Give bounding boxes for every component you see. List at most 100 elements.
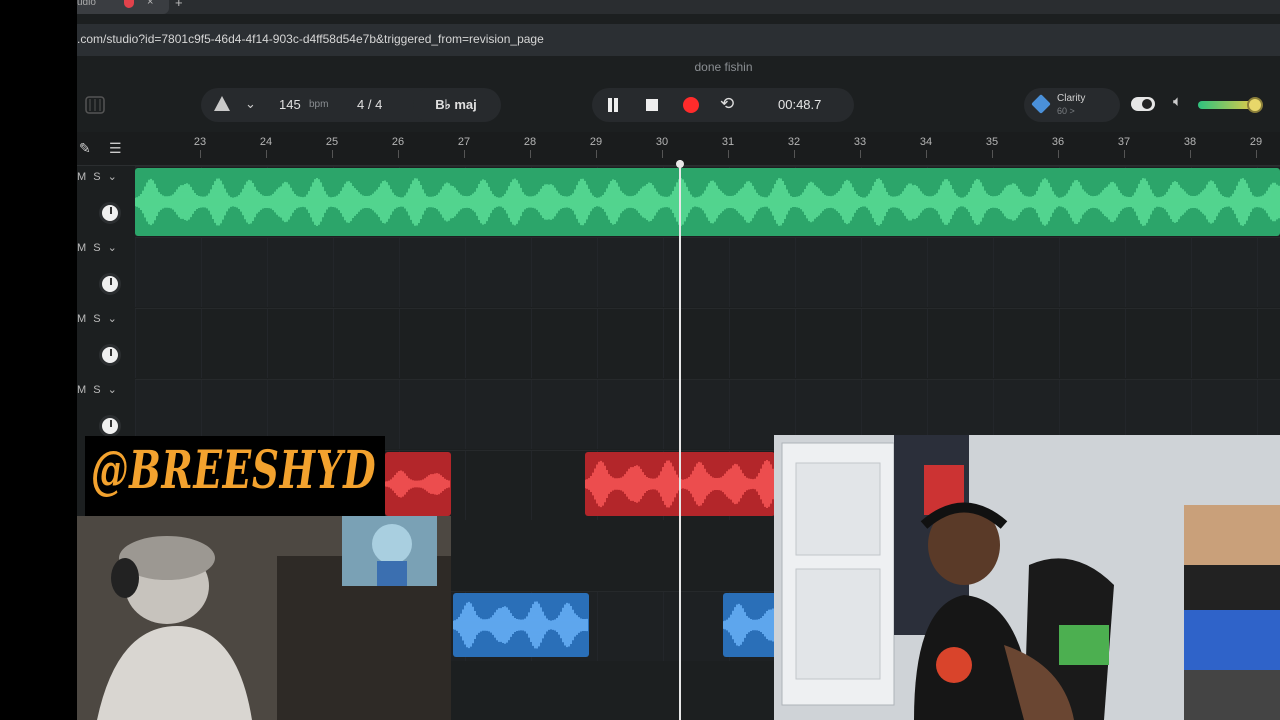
toggle-knob bbox=[1142, 99, 1152, 109]
track-volume-knob[interactable] bbox=[99, 415, 121, 437]
ruler-bar-number: 28 bbox=[523, 136, 537, 148]
ruler-bar-number: 36 bbox=[1051, 136, 1065, 148]
audio-clip-blue[interactable] bbox=[453, 593, 589, 657]
ruler-bar-number: 27 bbox=[457, 136, 471, 148]
track-mute-solo-buttons[interactable]: M S ⌄ bbox=[77, 312, 119, 325]
tab-close-icon[interactable]: × bbox=[147, 0, 153, 8]
ruler-tick bbox=[794, 150, 795, 158]
ruler-bar-number: 29 bbox=[1249, 136, 1263, 148]
clarity-label: Clarity bbox=[1057, 93, 1086, 104]
grid-icon bbox=[85, 96, 105, 114]
ruler-tick bbox=[530, 150, 531, 158]
knob-indicator bbox=[110, 278, 112, 285]
ruler-tick bbox=[332, 150, 333, 158]
track-mute-solo-buttons[interactable]: M S ⌄ bbox=[77, 170, 119, 183]
volume-fill bbox=[1198, 101, 1252, 109]
speaker-icon[interactable]: 🔈︎ bbox=[1173, 93, 1182, 110]
loop-icon: ⟲ bbox=[720, 94, 735, 113]
knob-indicator bbox=[110, 349, 112, 356]
record-icon bbox=[683, 97, 699, 113]
ruler-bar-number: 34 bbox=[919, 136, 933, 148]
ruler-bar-number: 29 bbox=[589, 136, 603, 148]
webcam-right bbox=[774, 435, 1280, 720]
ruler-tick bbox=[398, 150, 399, 158]
track-lane[interactable] bbox=[135, 308, 1280, 378]
ruler-tick bbox=[596, 150, 597, 158]
track-volume-knob[interactable] bbox=[99, 344, 121, 366]
ruler-tick bbox=[860, 150, 861, 158]
clarity-value: 60 > bbox=[1057, 106, 1075, 116]
clarity-control[interactable]: Clarity 60 > bbox=[1024, 88, 1120, 122]
key-label: B♭ maj bbox=[435, 97, 477, 112]
streamer-handle: @BREESHYD bbox=[91, 440, 377, 501]
ruler-tick bbox=[1190, 150, 1191, 158]
metronome-icon[interactable] bbox=[214, 96, 230, 111]
ruler-tick bbox=[992, 150, 993, 158]
playhead-handle[interactable] bbox=[676, 160, 684, 168]
ruler-bar-number: 32 bbox=[787, 136, 801, 148]
audio-clip-green[interactable] bbox=[135, 168, 1280, 236]
track-header: M S ⌄ bbox=[77, 237, 135, 307]
ruler-bar-number: 31 bbox=[721, 136, 735, 148]
track-volume-knob[interactable] bbox=[99, 202, 121, 224]
stop-icon bbox=[646, 99, 658, 111]
ruler-tick bbox=[200, 150, 201, 158]
loop-button[interactable]: ⟲ bbox=[712, 88, 746, 122]
ruler-bar-number: 33 bbox=[853, 136, 867, 148]
ruler-tick bbox=[926, 150, 927, 158]
audio-clip-red[interactable] bbox=[385, 452, 451, 516]
knob-indicator bbox=[110, 420, 112, 427]
ruler-bar-number: 38 bbox=[1183, 136, 1197, 148]
browser-tab[interactable]: udio × bbox=[77, 0, 169, 14]
clarity-toggle[interactable] bbox=[1131, 97, 1155, 111]
url-text[interactable]: .com/studio?id=7801c9f5-46d4-4f14-903c-d… bbox=[77, 32, 544, 46]
waveform bbox=[135, 178, 1280, 226]
grid-button[interactable] bbox=[81, 92, 109, 118]
ruler-tick bbox=[1256, 150, 1257, 158]
transport-bar: ⟲ 00:48.7 bbox=[592, 88, 854, 122]
time-signature[interactable]: 4 / 4 bbox=[357, 97, 382, 112]
ruler-bar-number: 24 bbox=[259, 136, 273, 148]
ruler-bar-number: 37 bbox=[1117, 136, 1131, 148]
playhead[interactable] bbox=[679, 160, 681, 720]
waveform bbox=[453, 601, 588, 649]
pencil-icon[interactable]: ✎ bbox=[79, 140, 91, 157]
tracks-icon[interactable]: ☰ bbox=[109, 140, 122, 157]
key-selector[interactable]: B♭ maj bbox=[413, 88, 499, 122]
recording-indicator-icon bbox=[124, 0, 134, 8]
track-mute-solo-buttons[interactable]: M S ⌄ bbox=[77, 383, 119, 396]
knob-indicator bbox=[110, 207, 112, 214]
webcam-left bbox=[77, 516, 451, 720]
track-mute-solo-buttons[interactable]: M S ⌄ bbox=[77, 241, 119, 254]
track-header: M S ⌄ bbox=[77, 308, 135, 378]
track-header: M S ⌄ bbox=[77, 166, 135, 236]
pause-icon bbox=[608, 98, 612, 112]
project-title[interactable]: done fishin bbox=[77, 60, 1280, 74]
browser-tabstrip: udio × + bbox=[77, 0, 1280, 14]
ruler-tick bbox=[662, 150, 663, 158]
track-volume-knob[interactable] bbox=[99, 273, 121, 295]
address-bar[interactable]: .com/studio?id=7801c9f5-46d4-4f14-903c-d… bbox=[77, 24, 1280, 56]
volume-handle[interactable] bbox=[1247, 97, 1263, 113]
ruler-tick bbox=[728, 150, 729, 158]
ruler-tick bbox=[1058, 150, 1059, 158]
ruler-tick bbox=[266, 150, 267, 158]
ruler-bar-number: 26 bbox=[391, 136, 405, 148]
new-tab-icon[interactable]: + bbox=[175, 0, 183, 10]
track-lane[interactable] bbox=[135, 237, 1280, 307]
ruler-bar-number: 23 bbox=[193, 136, 207, 148]
record-button[interactable] bbox=[674, 88, 708, 122]
ruler-bar-number: 30 bbox=[655, 136, 669, 148]
chevron-down-icon[interactable]: ⌄ bbox=[245, 96, 256, 112]
tab-title: udio bbox=[77, 0, 96, 8]
pause-button[interactable] bbox=[596, 88, 630, 122]
bpm-unit: bpm bbox=[309, 99, 329, 110]
bpm-value[interactable]: 145 bbox=[279, 97, 301, 112]
ruler-bar-number: 35 bbox=[985, 136, 999, 148]
streamer-handle-banner: @BREESHYD bbox=[85, 436, 385, 516]
webcam-left-image bbox=[77, 516, 451, 720]
ruler-tick bbox=[1124, 150, 1125, 158]
ruler-tick bbox=[464, 150, 465, 158]
ruler-bar-number: 25 bbox=[325, 136, 339, 148]
stop-button[interactable] bbox=[635, 88, 669, 122]
